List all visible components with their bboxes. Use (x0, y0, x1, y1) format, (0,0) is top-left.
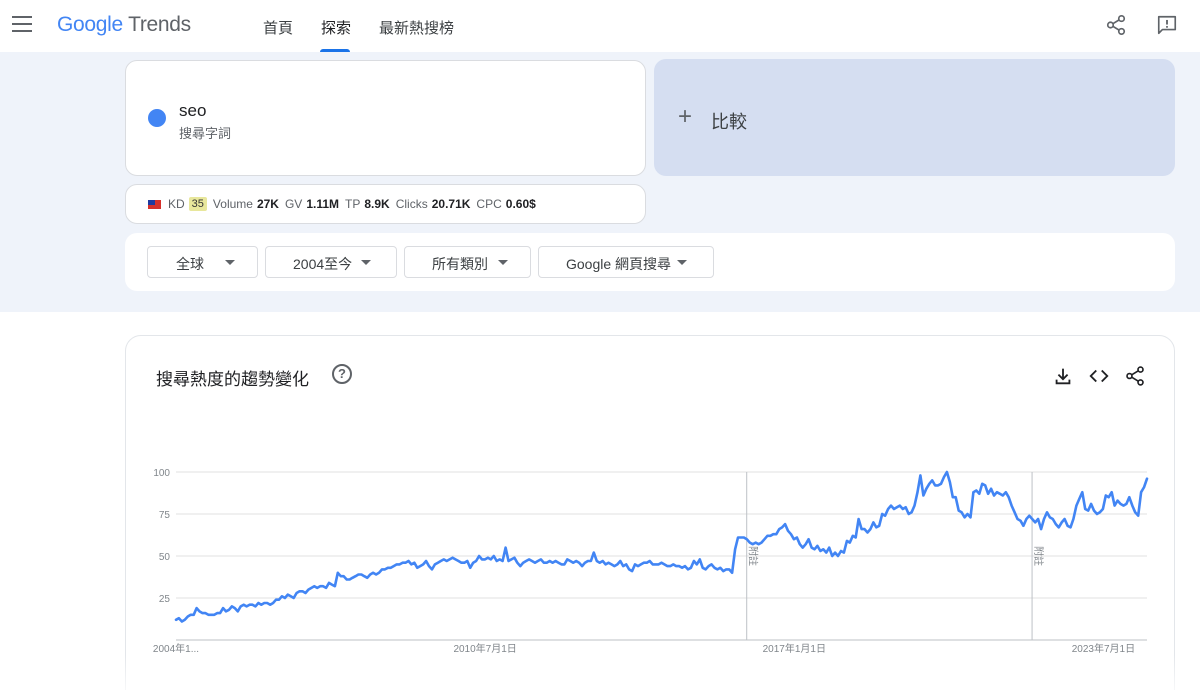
annotation-label: 附註 (1032, 546, 1045, 566)
y-tick-label: 25 (159, 594, 171, 605)
y-tick-label: 75 (159, 510, 171, 521)
x-tick-label: 2017年1月1日 (763, 642, 826, 655)
x-tick-label: 2010年7月1日 (453, 642, 516, 655)
x-tick-label: 2023年7月1日 (1072, 642, 1135, 655)
y-tick-label: 50 (159, 552, 171, 563)
series-line-seo (174, 470, 1149, 623)
trend-line-chart[interactable]: 100 75 50 25 2004年1... 2010年7月1日 2017年1月1日 2023… (0, 0, 1200, 690)
annotation-label: 附註 (747, 546, 760, 566)
y-tick-label: 100 (153, 468, 170, 479)
x-tick-label: 2004年1... (153, 642, 199, 655)
